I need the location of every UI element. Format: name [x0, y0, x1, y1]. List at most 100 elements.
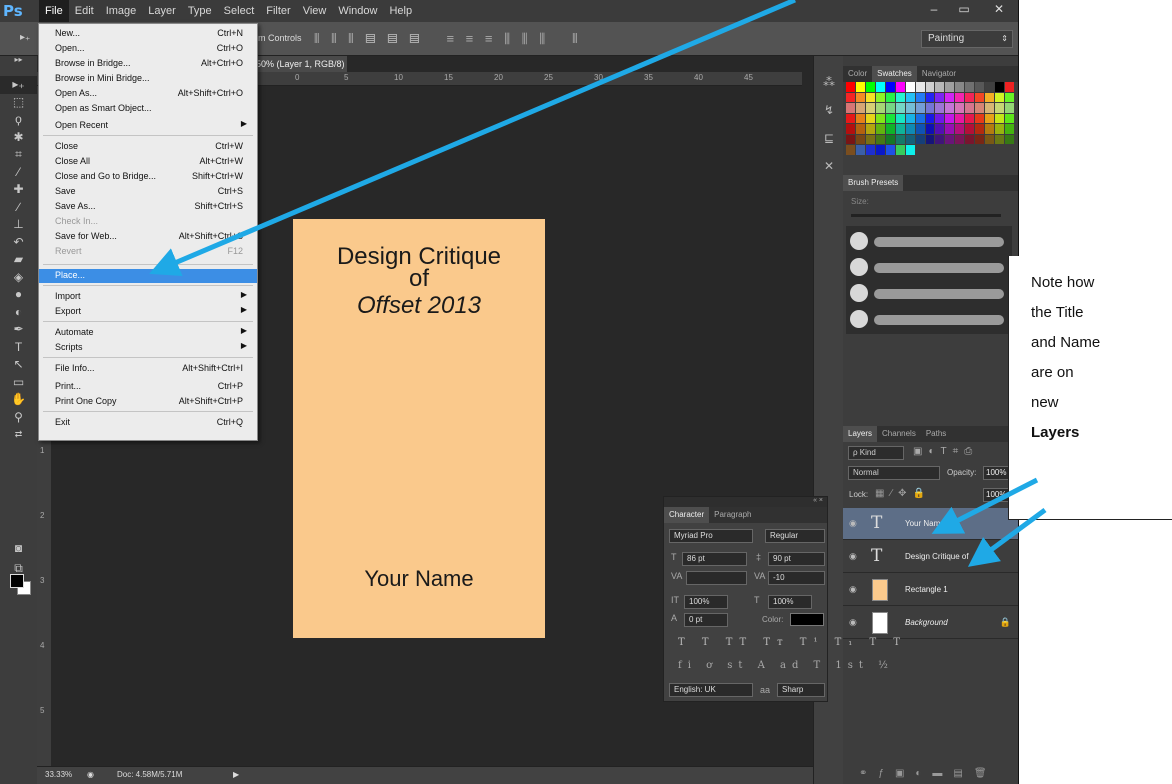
- workspace-select[interactable]: Painting ⇕: [921, 30, 1013, 48]
- layer-filter-icons[interactable]: ▣◐T⌗⎙: [913, 446, 978, 457]
- color-swatch[interactable]: [955, 145, 964, 155]
- opentype-buttons[interactable]: fi ơ st A ad T 1st ½: [678, 660, 894, 671]
- color-swatch[interactable]: [945, 113, 955, 123]
- antialias-select[interactable]: Sharp: [777, 683, 825, 697]
- horizontal-scale-field[interactable]: 100%: [768, 595, 812, 609]
- color-swatch[interactable]: [865, 134, 875, 144]
- file-menu-item-save[interactable]: Save Ctrl+S: [39, 185, 257, 199]
- move-tool-icon[interactable]: ▸₊: [0, 76, 37, 94]
- color-swatch[interactable]: [846, 145, 855, 155]
- tab-channels[interactable]: Channels: [877, 426, 921, 442]
- color-swatch[interactable]: [935, 124, 945, 134]
- align-distribute-icons[interactable]: ⫴ ⫴ ⫴ ▤ ▤ ▤ ≡ ≡ ≡ ⫼ ⫼ ⫼ ⫴: [314, 31, 582, 47]
- document-canvas[interactable]: Design Critique of Offset 2013 Your Name: [293, 219, 545, 638]
- shape-tool-icon[interactable]: ▭: [0, 374, 37, 392]
- menu-select[interactable]: Select: [218, 0, 261, 22]
- color-swatch[interactable]: [905, 124, 915, 134]
- color-swatch[interactable]: [1005, 82, 1014, 92]
- close-button[interactable]: ✕: [979, 0, 1018, 18]
- layer-row[interactable]: ◉ Rectangle 1: [843, 574, 1018, 606]
- menu-image[interactable]: Image: [100, 0, 143, 22]
- file-menu-item-save-as[interactable]: Save As... Shift+Ctrl+S: [39, 200, 257, 214]
- color-swatch[interactable]: [935, 92, 945, 102]
- file-menu-item-print[interactable]: Print... Ctrl+P: [39, 380, 257, 394]
- color-swatch[interactable]: [855, 82, 865, 92]
- color-swatch[interactable]: [875, 145, 885, 155]
- brush-preset[interactable]: [850, 284, 1006, 302]
- tab-brush-presets[interactable]: Brush Presets: [843, 175, 904, 191]
- color-swatch[interactable]: [855, 103, 865, 113]
- tab-color[interactable]: Color: [843, 66, 872, 82]
- tab-paragraph[interactable]: Paragraph: [709, 507, 756, 523]
- color-swatch[interactable]: [865, 124, 875, 134]
- minimize-button[interactable]: –: [919, 0, 949, 18]
- color-swatch[interactable]: [846, 113, 855, 123]
- color-swatch[interactable]: [846, 103, 855, 113]
- color-swatch[interactable]: [895, 82, 905, 92]
- menu-view[interactable]: View: [297, 0, 333, 22]
- color-swatch[interactable]: [885, 124, 895, 134]
- brush-preset[interactable]: [850, 258, 1006, 276]
- file-menu-item-new[interactable]: New... Ctrl+N: [39, 27, 257, 41]
- color-swatch[interactable]: [885, 82, 895, 92]
- color-swatch[interactable]: [985, 103, 995, 113]
- menu-file[interactable]: File: [39, 0, 69, 22]
- layers-footer-icons[interactable]: ⚭ƒ▣◐▬▤🗑: [859, 768, 998, 779]
- info-icon[interactable]: ◉: [87, 770, 94, 779]
- status-menu-arrow-icon[interactable]: ▶: [233, 770, 239, 779]
- hand-tool-icon[interactable]: ✋: [0, 391, 37, 409]
- color-swatch[interactable]: [846, 82, 855, 92]
- color-swatch[interactable]: [895, 103, 905, 113]
- menu-filter[interactable]: Filter: [260, 0, 296, 22]
- quick-select-tool-icon[interactable]: ✱: [0, 129, 37, 147]
- leading-field[interactable]: 90 pt: [768, 552, 825, 566]
- color-swatch[interactable]: [905, 113, 915, 123]
- brush-preset[interactable]: [850, 310, 1006, 328]
- blur-tool-icon[interactable]: ●: [0, 286, 37, 304]
- lasso-tool-icon[interactable]: ϙ: [0, 111, 37, 129]
- color-swatch[interactable]: [975, 134, 985, 144]
- color-swatch[interactable]: [925, 103, 935, 113]
- file-menu-item-save-for-web[interactable]: Save for Web... Alt+Shift+Ctrl+S: [39, 230, 257, 244]
- color-swatch[interactable]: [895, 113, 905, 123]
- language-select[interactable]: English: UK: [669, 683, 753, 697]
- file-menu-item-open-recent[interactable]: Open Recent ▶: [39, 119, 257, 133]
- path-select-icon[interactable]: ↖: [0, 356, 37, 374]
- color-swatch[interactable]: [965, 113, 975, 123]
- color-swatch[interactable]: [1005, 145, 1014, 155]
- tracking-field[interactable]: -10: [768, 571, 825, 585]
- history-panel-icon[interactable]: ⁂: [814, 68, 844, 96]
- color-swatch[interactable]: [846, 92, 855, 102]
- color-swatch[interactable]: [1005, 124, 1014, 134]
- lock-icons[interactable]: ▦∕✥🔒: [875, 488, 931, 499]
- color-swatch[interactable]: [905, 145, 915, 155]
- color-swatch[interactable]: [855, 113, 865, 123]
- color-swatch[interactable]: [995, 145, 1004, 155]
- color-swatch[interactable]: [985, 113, 995, 123]
- color-swatch[interactable]: [965, 145, 974, 155]
- document-tab[interactable]: 50% (Layer 1, RGB/8) * ×: [250, 56, 347, 85]
- visibility-eye-icon[interactable]: ◉: [849, 551, 857, 562]
- file-menu-item-browse-in-bridge[interactable]: Browse in Bridge... Alt+Ctrl+O: [39, 57, 257, 71]
- move-tool-icon[interactable]: ▸₊: [20, 32, 30, 43]
- color-swatch[interactable]: [985, 145, 994, 155]
- brush-preset[interactable]: [850, 232, 1006, 250]
- file-menu-item-check-in[interactable]: Check In...: [39, 215, 257, 229]
- color-swatch[interactable]: [925, 134, 935, 144]
- color-swatch[interactable]: [995, 82, 1005, 92]
- color-swatch[interactable]: [905, 134, 915, 144]
- dodge-tool-icon[interactable]: ◐: [0, 304, 37, 322]
- file-menu-item-exit[interactable]: Exit Ctrl+Q: [39, 416, 257, 430]
- menu-layer[interactable]: Layer: [142, 0, 182, 22]
- color-swatch[interactable]: [975, 113, 985, 123]
- color-swatch[interactable]: [955, 103, 965, 113]
- color-swatch[interactable]: [945, 124, 955, 134]
- color-swatch[interactable]: [985, 134, 995, 144]
- color-swatch[interactable]: [945, 92, 955, 102]
- color-swatch[interactable]: [935, 82, 945, 92]
- text-color-swatch[interactable]: [790, 613, 824, 626]
- file-menu-item-scripts[interactable]: Scripts ▶: [39, 341, 257, 355]
- file-menu-item-open[interactable]: Open... Ctrl+O: [39, 42, 257, 56]
- color-swatch[interactable]: [846, 134, 855, 144]
- color-swatch[interactable]: [916, 145, 925, 155]
